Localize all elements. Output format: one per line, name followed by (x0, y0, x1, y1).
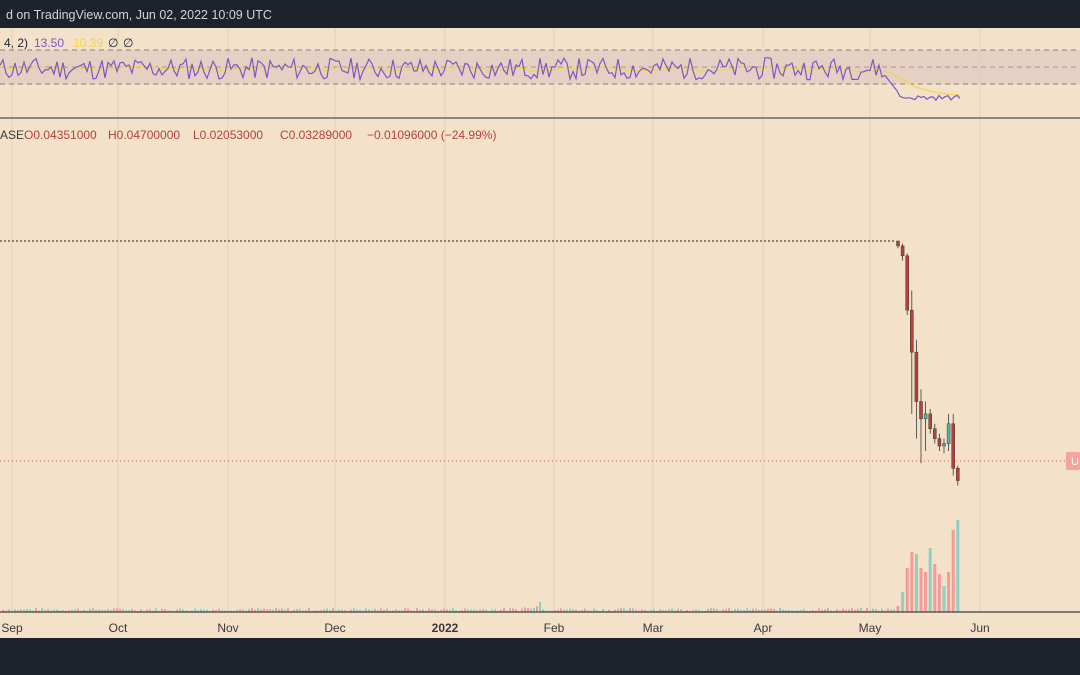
volume-bar (539, 601, 541, 612)
volume-bar (956, 520, 960, 612)
volume-bar (536, 606, 538, 612)
ohlc-change: −0.01096000 (−24.99%) (367, 128, 496, 142)
x-tick-label: Mar (643, 621, 664, 635)
chart-caption: d on TradingView.com, Jun 02, 2022 10:09… (6, 8, 272, 22)
x-tick-label: 2022 (432, 621, 459, 635)
candle-body (905, 255, 909, 311)
rsi-extra-2: ∅ (123, 36, 133, 50)
ohlc-low: L0.02053000 (193, 128, 263, 142)
rsi-extra-1: ∅ (108, 36, 118, 50)
volume-bar (924, 572, 928, 612)
ohlc-legend: ASE O0.04351000 H0.04700000 L0.02053000 … (0, 128, 496, 142)
chart-footer-bar (0, 638, 1080, 675)
volume-bar (896, 606, 900, 612)
last-price-tag-label: U (1071, 456, 1079, 468)
ohlc-high: H0.04700000 (108, 128, 180, 142)
x-axis-labels: Sep Oct Nov Dec 2022 Feb Mar Apr May Jun (1, 621, 989, 635)
volume-bar (951, 530, 955, 612)
volume-bar (524, 607, 526, 612)
x-tick-label: Oct (109, 621, 128, 635)
volume-bar (937, 574, 941, 612)
candle-body (896, 240, 900, 247)
x-tick-label: Sep (1, 621, 23, 635)
candles (896, 240, 960, 486)
x-tick-label: Nov (217, 621, 238, 635)
volume-bar (928, 548, 932, 612)
candle-body (942, 443, 946, 447)
rsi-value: 13.50 (34, 36, 64, 50)
candle-body (923, 413, 928, 420)
candle-body (951, 423, 955, 469)
candle-body (956, 467, 960, 481)
rsi-params: 4, 2) (4, 36, 28, 50)
symbol-fragment: ASE (0, 128, 24, 142)
chart-header-bar: d on TradingView.com, Jun 02, 2022 10:09… (0, 0, 1080, 28)
volume-bar (942, 586, 946, 612)
volume-bar (914, 554, 918, 612)
volume-bar (919, 568, 923, 612)
ohlc-close: C0.03289000 (280, 128, 352, 142)
x-tick-label: May (859, 621, 882, 635)
volume-bar (910, 552, 914, 612)
candle-body (928, 413, 932, 429)
volume-bar (947, 572, 951, 612)
volume-bar (901, 592, 905, 612)
x-tick-label: Jun (970, 621, 989, 635)
candle-body (910, 309, 914, 353)
price-chart[interactable]: 4, 2) 13.50 10.39 ∅ ∅ ASE O0.04351000 H0… (0, 28, 1080, 638)
candle-body (919, 401, 923, 420)
volume-bars (2, 520, 960, 612)
volume-bar (905, 568, 909, 612)
candle-body (946, 423, 951, 444)
x-tick-label: Feb (544, 621, 565, 635)
ohlc-open: O0.04351000 (24, 128, 97, 142)
chart-area[interactable]: 4, 2) 13.50 10.39 ∅ ∅ ASE O0.04351000 H0… (0, 28, 1080, 638)
candle-body (900, 245, 905, 257)
volume-bar (933, 564, 937, 612)
candle-body (933, 428, 937, 439)
vertical-gridlines (11, 28, 981, 612)
x-tick-label: Apr (754, 621, 773, 635)
candle-body (937, 438, 942, 447)
rsi-ma-value: 10.39 (73, 36, 103, 50)
x-tick-label: Dec (324, 621, 345, 635)
candle-body (914, 351, 919, 402)
rsi-pane[interactable]: 4, 2) 13.50 10.39 ∅ ∅ (0, 36, 1080, 102)
